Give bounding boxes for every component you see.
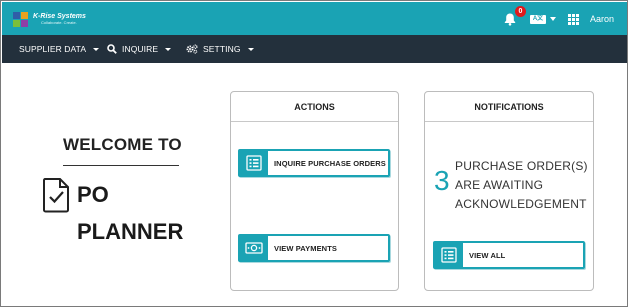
list-icon [240, 151, 268, 175]
language-selector[interactable]: A文 [530, 14, 556, 24]
user-menu[interactable]: Aaron [590, 14, 614, 25]
button-label: VIEW ALL [469, 250, 506, 260]
logo-icon [13, 11, 28, 27]
translate-icon: A文 [530, 14, 546, 24]
money-icon [240, 236, 268, 260]
app-name-line2: PLANNER [77, 219, 184, 244]
nav-item-supplier-data[interactable]: SUPPLIER DATA [19, 35, 100, 63]
view-payments-button[interactable]: VIEW PAYMENTS [238, 234, 390, 262]
gears-icon [186, 44, 198, 54]
nav-item-label: SUPPLIER DATA [19, 44, 87, 54]
chevron-down-icon [550, 17, 556, 21]
welcome-divider [63, 165, 179, 166]
button-label: VIEW PAYMENTS [274, 243, 337, 253]
apps-grid-icon[interactable] [568, 14, 579, 25]
chevron-down-icon [247, 47, 254, 51]
top-header: K-Rise Systems Collaborate. Create. 0 A文… [2, 2, 627, 35]
button-label: INQUIRE PURCHASE ORDERS [274, 158, 386, 168]
document-check-icon [43, 178, 69, 213]
chevron-down-icon [93, 47, 100, 51]
inquire-purchase-orders-button[interactable]: INQUIRE PURCHASE ORDERS [238, 149, 390, 177]
actions-title: ACTIONS [231, 92, 398, 122]
chevron-down-icon [165, 47, 172, 51]
view-all-button[interactable]: VIEW ALL [433, 241, 585, 269]
search-icon [107, 44, 117, 54]
notification-message: PURCHASE ORDER(S) ARE AWAITING ACKNOWLED… [455, 159, 588, 211]
notifications-title: NOTIFICATIONS [425, 92, 593, 122]
welcome-heading: WELCOME TO [63, 135, 182, 154]
nav-item-label: INQUIRE [122, 44, 159, 54]
nav-item-label: SETTING [203, 44, 241, 54]
notification-badge: 0 [515, 6, 526, 17]
main-nav: SUPPLIER DATA INQUIRE SETTING [2, 35, 627, 63]
list-icon [435, 243, 463, 267]
pending-count: 3 [434, 165, 450, 196]
logo-company-name: K-Rise Systems [33, 12, 86, 20]
company-logo[interactable]: K-Rise Systems Collaborate. Create. [12, 9, 86, 28]
app-window: K-Rise Systems Collaborate. Create. 0 A文… [0, 0, 628, 307]
logo-tagline: Collaborate. Create. [41, 19, 77, 25]
app-name-line1: PO [77, 182, 109, 207]
nav-item-setting[interactable]: SETTING [186, 35, 254, 63]
nav-item-inquire[interactable]: INQUIRE [107, 35, 172, 63]
